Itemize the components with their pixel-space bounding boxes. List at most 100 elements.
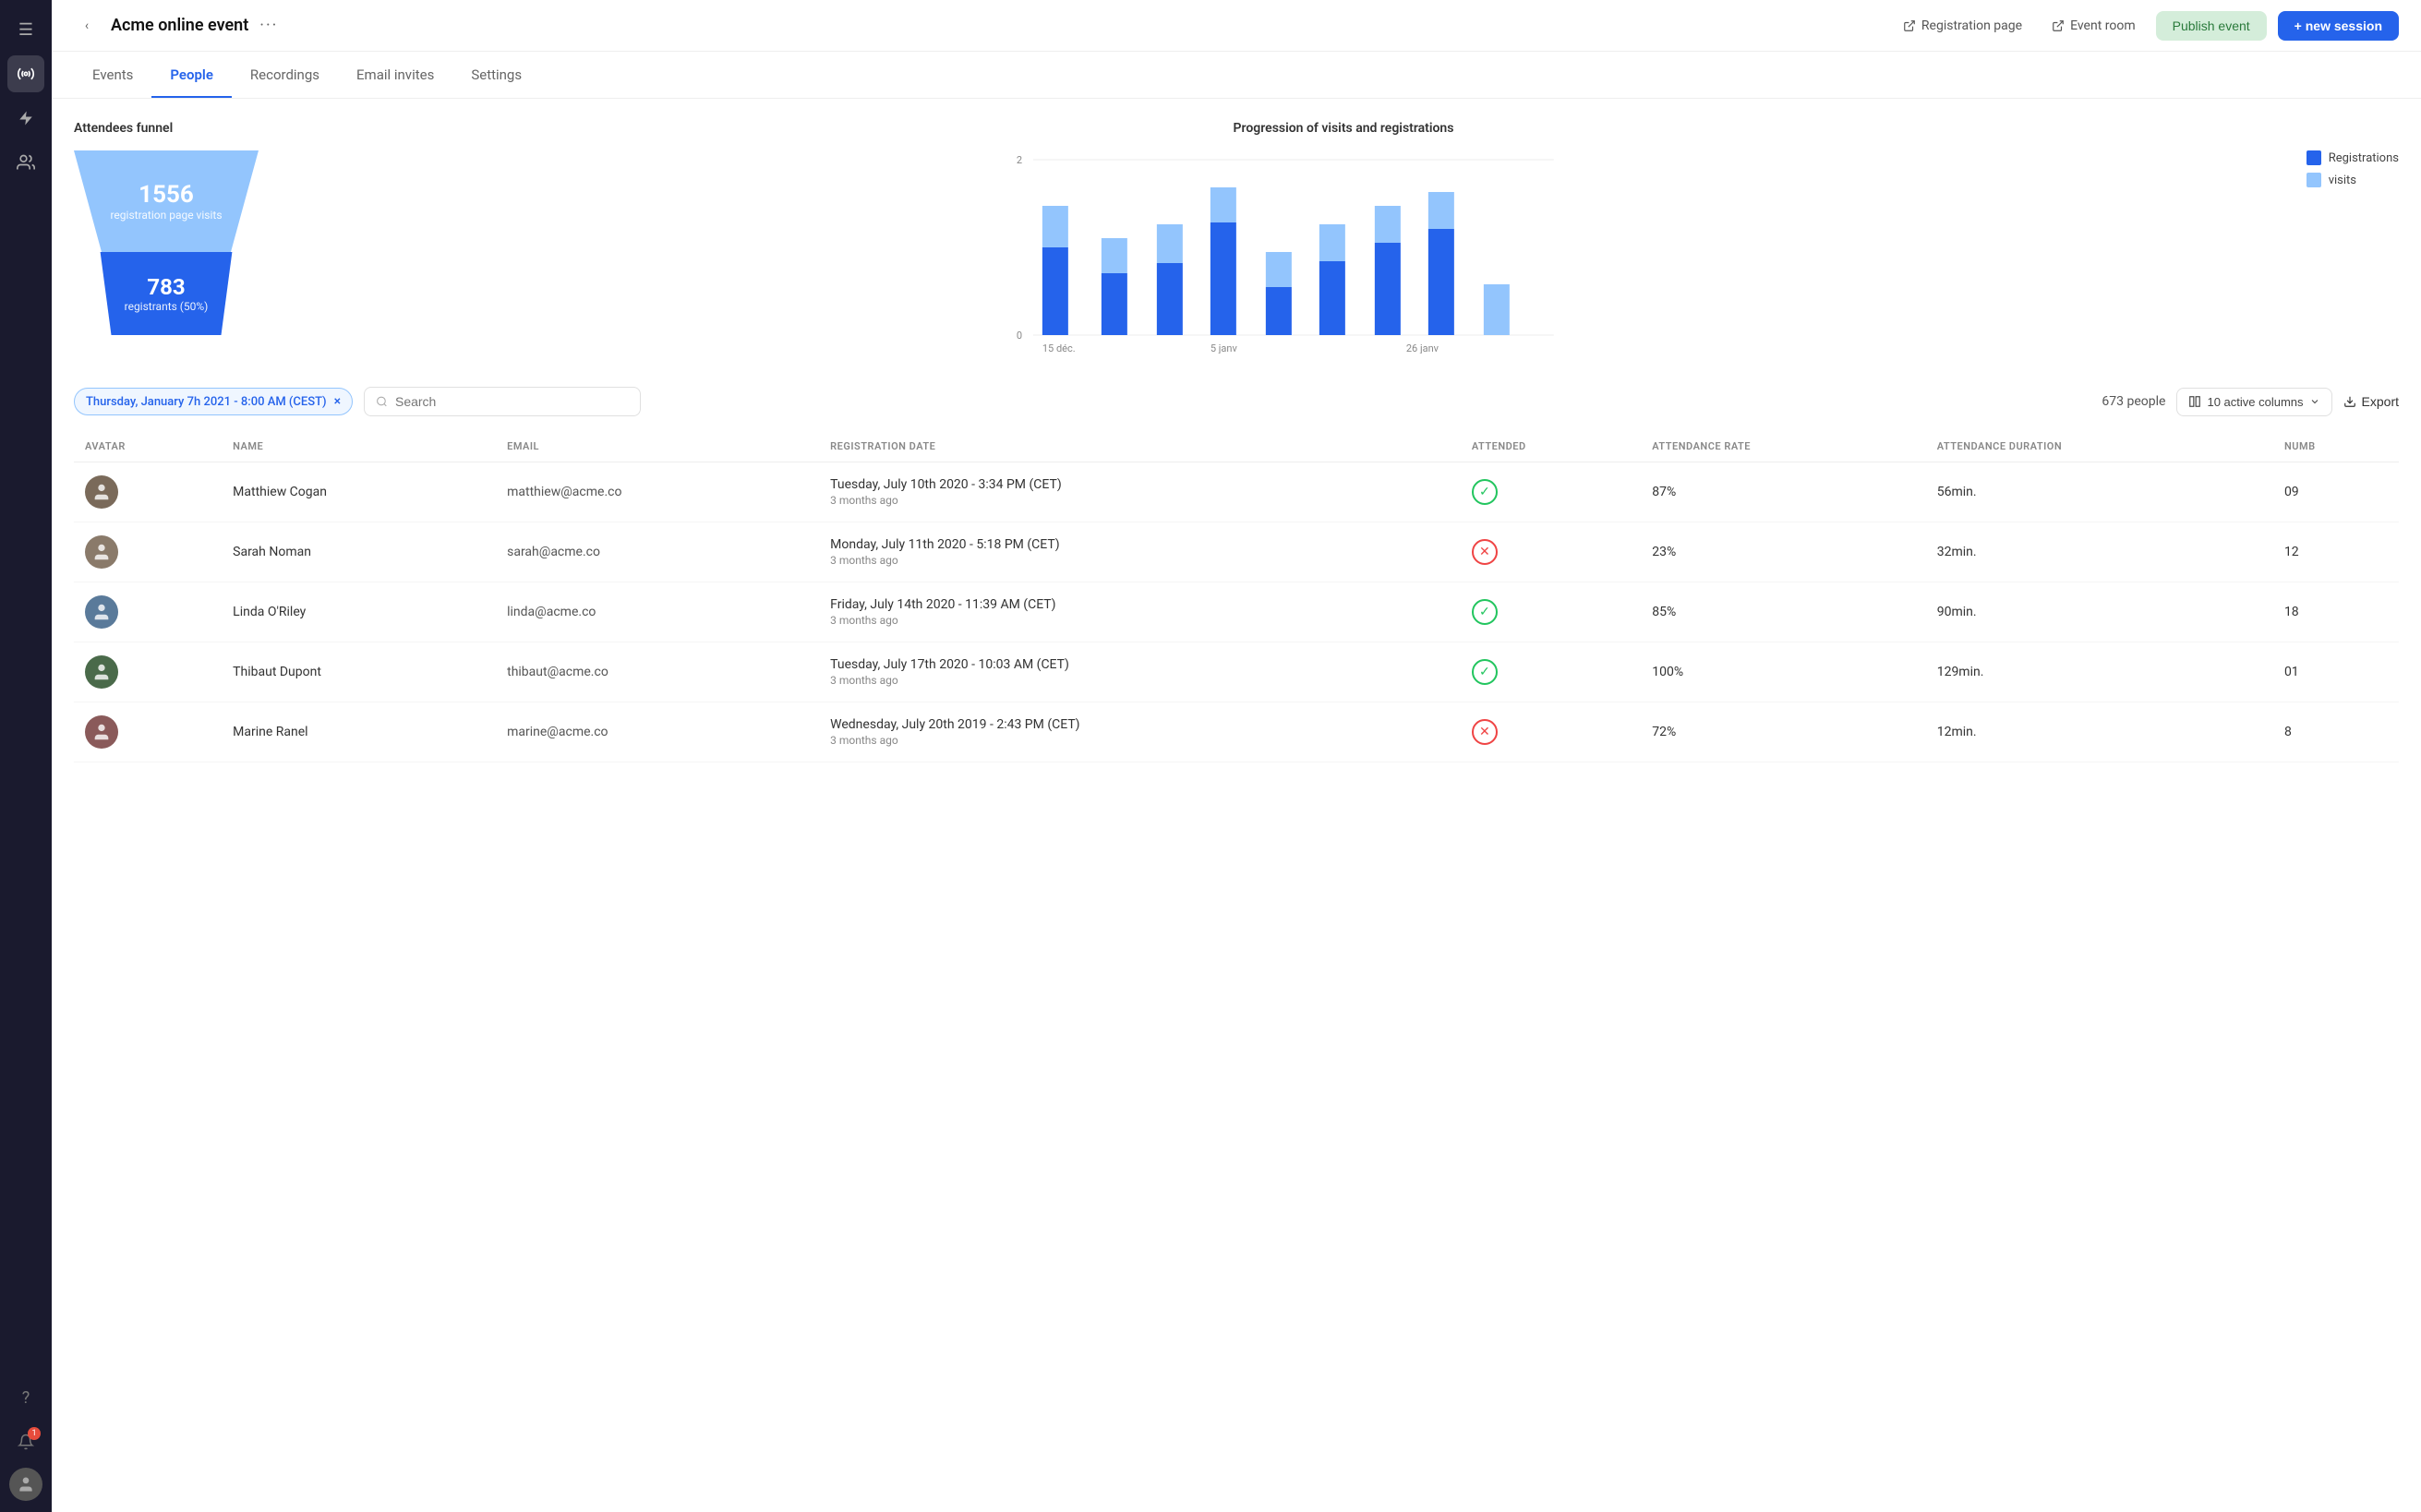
cell-attendance-rate: 87% (1641, 462, 1925, 522)
cell-attendance-rate: 72% (1641, 702, 1925, 762)
export-label: Export (2362, 394, 2399, 409)
columns-icon (2188, 395, 2201, 408)
cell-avatar (74, 522, 222, 582)
search-box[interactable] (364, 387, 641, 416)
table-section: Thursday, January 7h 2021 - 8:00 AM (CES… (74, 387, 2399, 762)
table-row[interactable]: Sarah Nomansarah@acme.coMonday, July 11t… (74, 522, 2399, 582)
people-icon[interactable] (7, 144, 44, 181)
svg-text:0: 0 (1017, 330, 1022, 342)
search-input[interactable] (395, 394, 629, 409)
col-attended: ATTENDED (1461, 431, 1641, 462)
lightning-icon[interactable] (7, 100, 44, 137)
legend-visits-color (2307, 173, 2321, 187)
cell-attendance-duration: 32min. (1926, 522, 2273, 582)
cell-reg-date: Monday, July 11th 2020 - 5:18 PM (CET)3 … (819, 522, 1461, 582)
notification-badge-count: 1 (28, 1427, 41, 1440)
tab-settings[interactable]: Settings (452, 52, 540, 98)
event-room-link[interactable]: Event room (2042, 13, 2145, 39)
cell-attended: ✕ (1461, 702, 1641, 762)
more-menu-button[interactable]: ··· (259, 16, 278, 35)
svg-text:26 janv: 26 janv (1406, 342, 1439, 354)
cell-name: Linda O'Riley (222, 582, 496, 642)
chart-svg-wrapper: 2 0 (288, 150, 2284, 357)
notifications-icon[interactable]: 1 (7, 1423, 44, 1460)
col-name: NAME (222, 431, 496, 462)
export-button[interactable]: Export (2343, 394, 2399, 409)
bar-reg-7 (1375, 243, 1401, 335)
columns-button[interactable]: 10 active columns (2176, 388, 2331, 416)
tab-email-invites[interactable]: Email invites (338, 52, 452, 98)
bar-vis-6 (1319, 224, 1345, 261)
header: ‹ Acme online event ··· Registration pag… (52, 0, 2421, 52)
cell-avatar (74, 582, 222, 642)
menu-icon[interactable]: ☰ (7, 11, 44, 48)
funnel-bottom-label: registrants (50%) (125, 300, 209, 313)
table-row[interactable]: Matthiew Coganmatthiew@acme.coTuesday, J… (74, 462, 2399, 522)
cell-email: matthiew@acme.co (496, 462, 819, 522)
publish-event-button[interactable]: Publish event (2156, 11, 2267, 41)
bar-chart-svg: 2 0 (288, 150, 2284, 354)
funnel-top-label: registration page visits (110, 209, 222, 222)
cell-avatar (74, 642, 222, 702)
search-icon (376, 395, 388, 408)
legend-visits: visits (2307, 173, 2399, 187)
content-area: Attendees funnel 1556 registration page … (52, 99, 2421, 785)
table-row[interactable]: Marine Ranelmarine@acme.coWednesday, Jul… (74, 702, 2399, 762)
event-room-label: Event room (2070, 18, 2136, 33)
user-avatar[interactable] (9, 1468, 42, 1501)
cell-reg-date: Friday, July 14th 2020 - 11:39 AM (CET)3… (819, 582, 1461, 642)
people-count: 673 people (2102, 394, 2165, 409)
cell-name: Matthiew Cogan (222, 462, 496, 522)
chart-legend: Registrations visits (2284, 150, 2399, 357)
funnel-visual: 1556 registration page visits 783 regist… (74, 150, 259, 335)
cell-num: 09 (2273, 462, 2399, 522)
cell-attendance-duration: 129min. (1926, 642, 2273, 702)
filter-tag-close-button[interactable]: × (334, 394, 341, 409)
funnel-title: Attendees funnel (74, 121, 259, 136)
cell-email: marine@acme.co (496, 702, 819, 762)
table-row[interactable]: Thibaut Dupontthibaut@acme.coTuesday, Ju… (74, 642, 2399, 702)
bar-reg-2 (1102, 273, 1127, 335)
columns-label: 10 active columns (2207, 395, 2303, 409)
registration-page-label: Registration page (1921, 18, 2022, 33)
tab-recordings[interactable]: Recordings (232, 52, 338, 98)
cell-reg-date: Tuesday, July 10th 2020 - 3:34 PM (CET)3… (819, 462, 1461, 522)
cell-attendance-rate: 23% (1641, 522, 1925, 582)
svg-text:15 déc.: 15 déc. (1042, 342, 1076, 354)
col-num: NUMB (2273, 431, 2399, 462)
charts-section: Attendees funnel 1556 registration page … (74, 121, 2399, 357)
bar-reg-5 (1266, 287, 1292, 335)
cell-reg-date: Wednesday, July 20th 2019 - 2:43 PM (CET… (819, 702, 1461, 762)
export-icon (2343, 395, 2356, 408)
cell-attended: ✕ (1461, 522, 1641, 582)
people-table: AVATAR NAME EMAIL REGISTRATION DATE ATTE… (74, 431, 2399, 762)
cell-attendance-rate: 100% (1641, 642, 1925, 702)
funnel-top-number: 1556 (139, 181, 194, 209)
back-button[interactable]: ‹ (74, 13, 100, 39)
chart-area: 2 0 (288, 150, 2399, 357)
date-filter-tag[interactable]: Thursday, January 7h 2021 - 8:00 AM (CES… (74, 388, 353, 415)
cell-avatar (74, 462, 222, 522)
tab-events[interactable]: Events (74, 52, 151, 98)
help-icon[interactable]: ? (7, 1379, 44, 1416)
funnel-container: Attendees funnel 1556 registration page … (74, 121, 259, 335)
cell-email: linda@acme.co (496, 582, 819, 642)
new-session-button[interactable]: + new session (2278, 11, 2399, 41)
broadcast-icon[interactable] (7, 55, 44, 92)
cell-attendance-duration: 12min. (1926, 702, 2273, 762)
bar-vis-5 (1266, 252, 1292, 287)
cell-name: Marine Ranel (222, 702, 496, 762)
col-avatar: AVATAR (74, 431, 222, 462)
funnel-bottom: 783 registrants (50%) (88, 252, 245, 335)
cell-num: 8 (2273, 702, 2399, 762)
filter-tag-label: Thursday, January 7h 2021 - 8:00 AM (CES… (86, 395, 327, 409)
table-row[interactable]: Linda O'Rileylinda@acme.coFriday, July 1… (74, 582, 2399, 642)
svg-text:5 janv: 5 janv (1210, 342, 1238, 354)
registration-page-link[interactable]: Registration page (1894, 13, 2031, 39)
cell-attended: ✓ (1461, 642, 1641, 702)
bar-vis-8 (1428, 192, 1454, 229)
cell-avatar (74, 702, 222, 762)
tab-people[interactable]: People (151, 52, 232, 98)
legend-visits-label: visits (2329, 174, 2356, 187)
cell-num: 12 (2273, 522, 2399, 582)
